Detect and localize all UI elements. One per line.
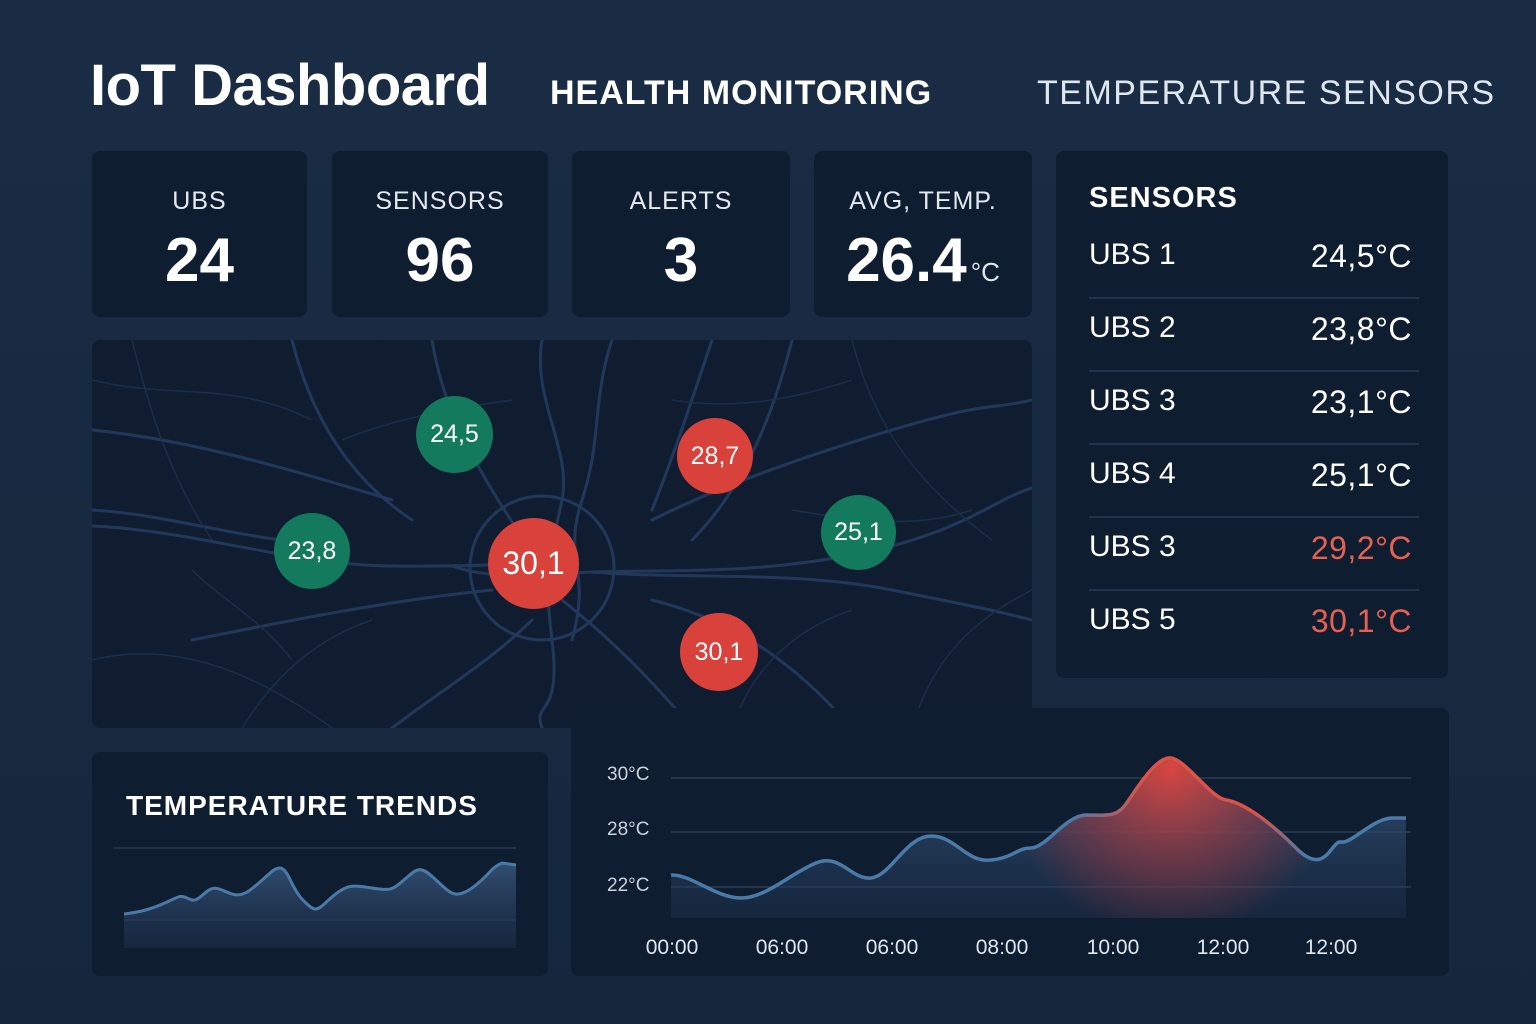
sensor-name: UBS 5 xyxy=(1089,603,1176,636)
sensor-row[interactable]: UBS 3 29,2°C xyxy=(1089,516,1419,591)
x-tick-label: 06:00 xyxy=(755,936,809,959)
sensor-map[interactable]: 24,5 28,7 23,8 30,1 25,1 30,1 xyxy=(92,340,1032,728)
map-marker-alert[interactable]: 28,7 xyxy=(677,418,753,494)
x-tick-label: 08:00 xyxy=(975,936,1029,959)
map-marker[interactable]: 25,1 xyxy=(821,495,896,570)
sensor-name: UBS 4 xyxy=(1089,457,1176,490)
sensors-title: SENSORS xyxy=(1089,182,1238,214)
sensor-name: UBS 1 xyxy=(1089,238,1176,271)
sensor-row[interactable]: UBS 1 24,5°C xyxy=(1089,224,1419,299)
x-tick-label: 00:00 xyxy=(645,936,699,959)
kpi-value: 3 xyxy=(663,226,699,295)
kpi-card-ubs: UBS 24 xyxy=(92,151,307,317)
nav-temperature-sensors[interactable]: TEMPERATURE SENSORS xyxy=(1037,74,1496,113)
map-marker[interactable]: 23,8 xyxy=(274,513,350,589)
map-marker[interactable]: 24,5 xyxy=(416,396,493,473)
sensor-value: 24,5°C xyxy=(1310,238,1412,274)
kpi-value: 26.4 °C xyxy=(814,225,1032,296)
temperature-trends-panel: TEMPERATURE TRENDS xyxy=(92,752,548,976)
app-title: IoT Dashboard xyxy=(90,53,490,118)
dashboard-page: IoT Dashboard HEALTH MONITORING TEMPERAT… xyxy=(0,0,1536,1024)
kpi-label: UBS xyxy=(172,187,227,215)
x-tick-label: 10:00 xyxy=(1086,936,1140,959)
sensor-row[interactable]: UBS 2 23,8°C xyxy=(1089,297,1419,372)
kpi-card-alerts: ALERTS 3 xyxy=(572,151,790,317)
kpi-unit: °C xyxy=(970,257,1000,287)
sensor-value-alert: 30,1°C xyxy=(1310,603,1412,639)
temperature-chart: 30°C 28°C 22°C 00:00 06:00 06:00 08:00 1… xyxy=(571,708,1449,976)
trends-sparkline xyxy=(114,847,517,948)
sensors-panel: SENSORS UBS 1 24,5°C UBS 2 23,8°C UBS 3 … xyxy=(1056,151,1448,678)
sensor-row[interactable]: UBS 4 25,1°C xyxy=(1089,443,1419,518)
x-tick-label: 12:00 xyxy=(1196,936,1250,959)
kpi-label: ALERTS xyxy=(629,187,733,215)
map-marker-alert[interactable]: 30,1 xyxy=(488,518,579,609)
kpi-value: 24 xyxy=(165,226,234,295)
x-tick-label: 12:00 xyxy=(1304,936,1358,959)
sensor-value: 23,8°C xyxy=(1310,311,1412,347)
sensor-name: UBS 2 xyxy=(1089,311,1176,344)
kpi-value-number: 26.4 xyxy=(846,226,967,295)
x-tick-label: 06:00 xyxy=(865,936,919,959)
sensor-name: UBS 3 xyxy=(1089,530,1176,563)
kpi-card-avg-temp: AVG, TEMP. 26.4 °C xyxy=(814,151,1032,317)
kpi-card-sensors: SENSORS 96 xyxy=(332,151,548,317)
kpi-label: SENSORS xyxy=(375,187,505,215)
sensor-value: 25,1°C xyxy=(1310,457,1412,493)
sensor-row[interactable]: UBS 3 23,1°C xyxy=(1089,370,1419,445)
sensor-row[interactable]: UBS 5 30,1°C xyxy=(1089,589,1419,662)
kpi-value: 96 xyxy=(405,226,475,295)
kpi-label: AVG, TEMP. xyxy=(849,187,997,215)
sensor-value-alert: 29,2°C xyxy=(1310,530,1412,566)
map-marker-alert[interactable]: 30,1 xyxy=(680,613,758,691)
sensor-value: 23,1°C xyxy=(1310,384,1412,420)
nav-health-monitoring[interactable]: HEALTH MONITORING xyxy=(550,74,932,113)
sensor-name: UBS 3 xyxy=(1089,384,1176,417)
